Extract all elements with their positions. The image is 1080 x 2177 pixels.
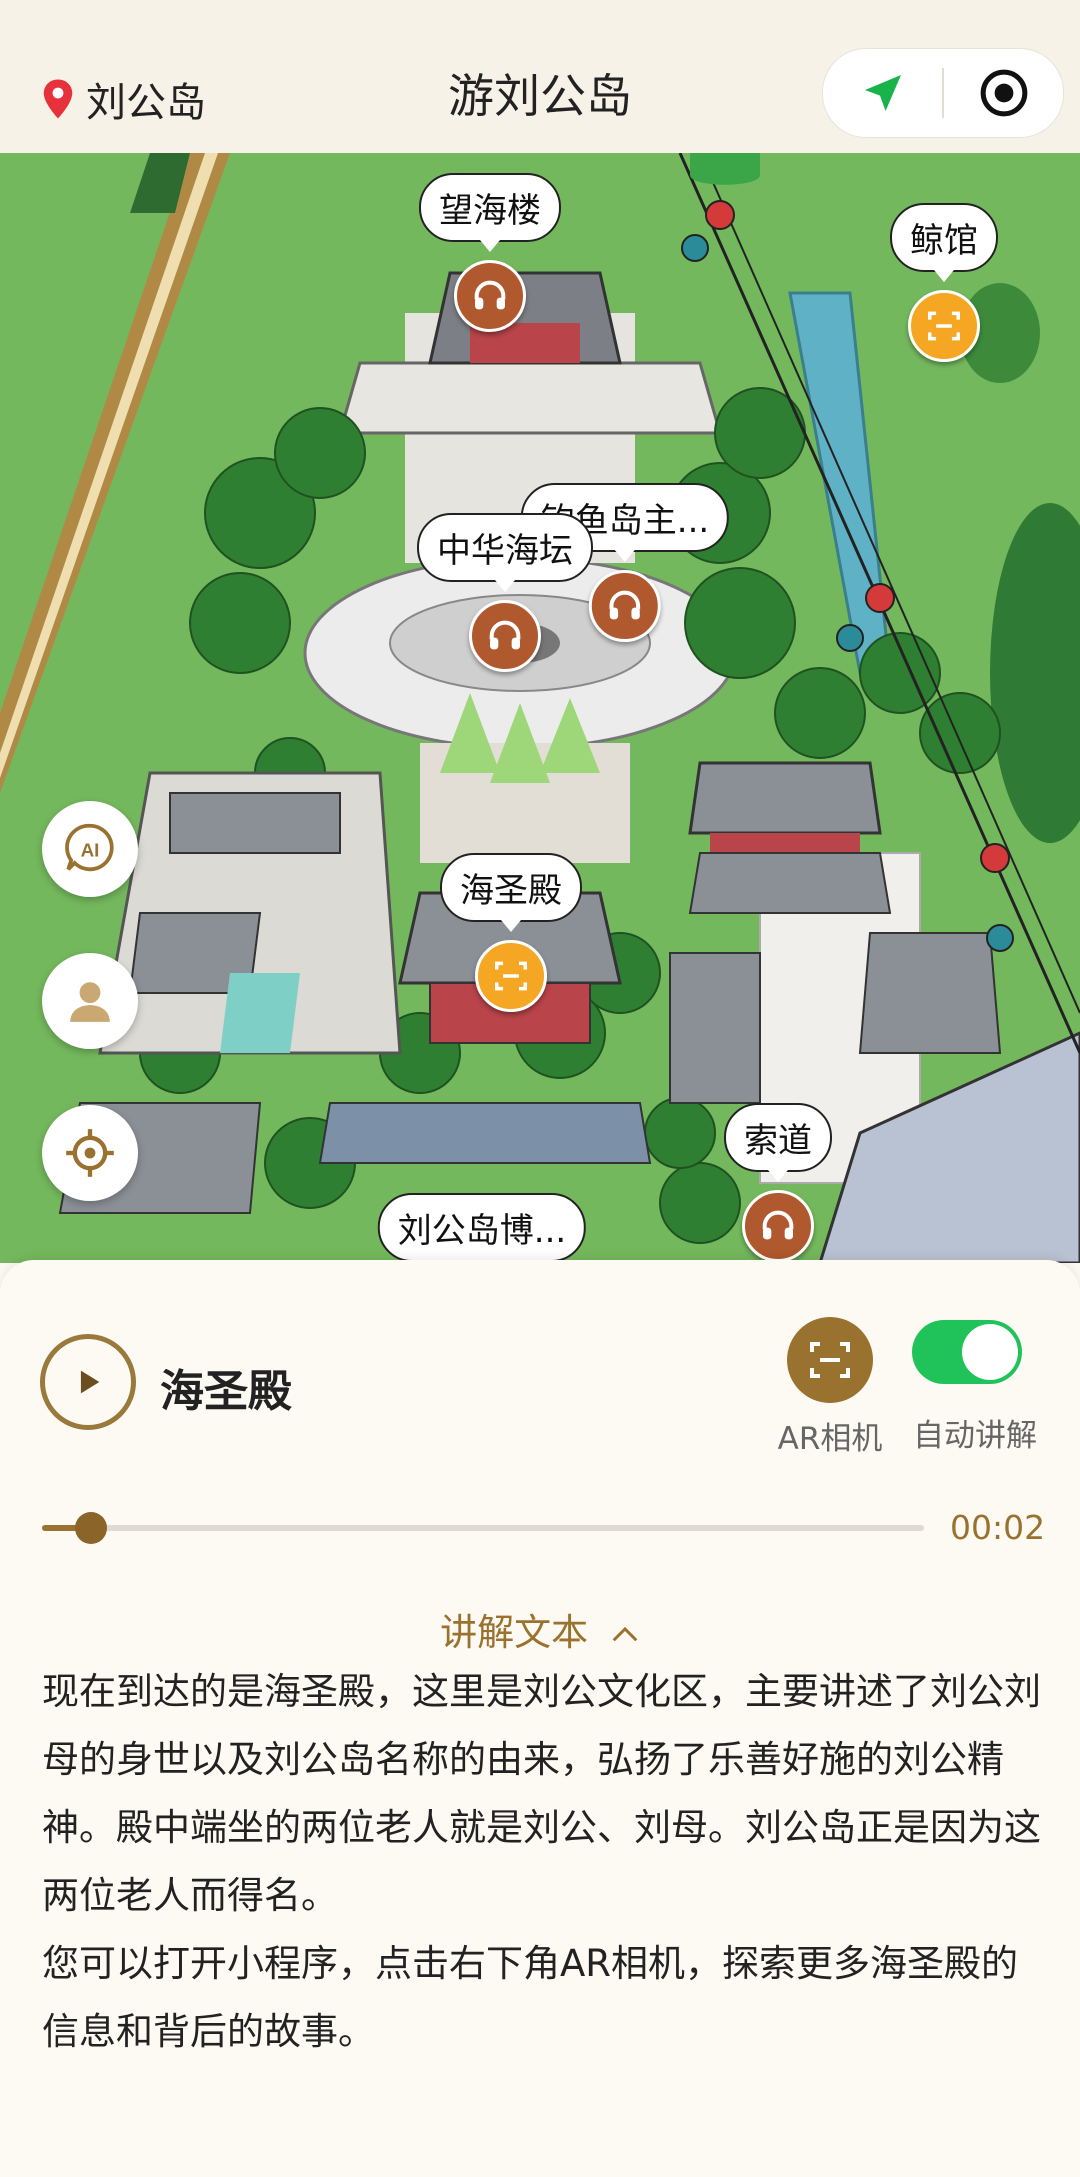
- ar-marker[interactable]: [475, 940, 547, 1012]
- poi-label: 中华海坛: [417, 513, 593, 592]
- narration-text-toggle[interactable]: 讲解文本: [0, 1602, 1080, 1656]
- poi-label: 海圣殿: [440, 853, 582, 932]
- ar-camera-icon: [810, 1342, 850, 1378]
- poi-label: 望海楼: [419, 173, 561, 252]
- auto-narration-toggle[interactable]: [912, 1320, 1022, 1384]
- user-icon: [70, 982, 110, 1022]
- navigation-arrow-icon: [864, 75, 901, 111]
- auto-narration-label: 自动讲解: [913, 1418, 1037, 1454]
- scenic-map[interactable]: 望海楼 鲸馆 钓鱼岛主... 中华海坛 海圣殿 索道 刘公岛博... AI: [0, 153, 1080, 1263]
- ar-marker[interactable]: [908, 290, 980, 362]
- audio-guide-marker[interactable]: [589, 570, 661, 642]
- poi-suodao[interactable]: 索道: [724, 1103, 832, 1262]
- ar-camera-button[interactable]: [787, 1317, 873, 1403]
- ai-label: AI: [81, 839, 100, 860]
- close-button[interactable]: [944, 49, 1063, 137]
- headphones-icon: [762, 1210, 794, 1240]
- audio-guide-marker[interactable]: [469, 600, 541, 672]
- locate-me-button[interactable]: [42, 1105, 138, 1201]
- user-center-button[interactable]: [42, 953, 138, 1049]
- poi-zhonghuahaitan[interactable]: 中华海坛: [417, 513, 593, 672]
- play-button[interactable]: [40, 1334, 136, 1430]
- poi-wanghailou[interactable]: 望海楼: [419, 173, 561, 332]
- ai-assistant-button[interactable]: AI: [42, 801, 138, 897]
- audio-guide-marker[interactable]: [454, 260, 526, 332]
- poi-liugongdao-museum[interactable]: 刘公岛博...: [377, 1193, 587, 1263]
- poi-label: 鲸馆: [890, 203, 998, 282]
- audio-guide-marker[interactable]: [742, 1190, 814, 1262]
- target-circle-icon: [980, 69, 1027, 117]
- narration-text-toggle-label: 讲解文本: [440, 1611, 589, 1654]
- narration-text: 现在到达的是海圣殿，这里是刘公文化区，主要讲述了刘公刘母的身世以及刘公岛名称的由…: [42, 1658, 1042, 2066]
- chevron-up-icon: [612, 1626, 638, 1642]
- poi-haishengdian[interactable]: 海圣殿: [440, 853, 582, 1012]
- progress-slider[interactable]: [42, 1512, 924, 1544]
- narration-paragraph: 现在到达的是海圣殿，这里是刘公文化区，主要讲述了刘公刘母的身世以及刘公岛名称的由…: [42, 1670, 1041, 1917]
- ai-icon: AI: [65, 823, 114, 872]
- audio-guide-panel: 海圣殿 AR相机 自动讲解 00:02 讲解文本 现在到达的是海圣殿，这里是刘公…: [0, 1260, 1080, 2177]
- ar-camera-label: AR相机: [777, 1421, 883, 1457]
- poi-jingguan[interactable]: 鲸馆: [890, 203, 998, 362]
- headphones-icon: [609, 590, 641, 620]
- narration-paragraph: 您可以打开小程序，点击右下角AR相机，探索更多海圣殿的信息和背后的故事。: [42, 1942, 1019, 2053]
- poi-label: 索道: [724, 1103, 832, 1182]
- spot-title: 海圣殿: [160, 1366, 292, 1417]
- toggle-knob: [962, 1324, 1018, 1380]
- progress-thumb[interactable]: [74, 1512, 107, 1544]
- ar-scan-icon: [928, 311, 960, 341]
- play-icon: [80, 1370, 100, 1394]
- headphones-icon: [489, 620, 521, 650]
- headphones-icon: [474, 280, 506, 310]
- capsule-menu: [822, 48, 1064, 138]
- ar-scan-icon: [495, 961, 527, 991]
- header-bar: 刘公岛 游刘公岛: [0, 0, 1080, 153]
- navigate-button[interactable]: [823, 49, 942, 137]
- playback-time: 00:02: [950, 1508, 1046, 1547]
- locate-icon: [66, 1129, 114, 1177]
- poi-label: 刘公岛博...: [377, 1193, 587, 1263]
